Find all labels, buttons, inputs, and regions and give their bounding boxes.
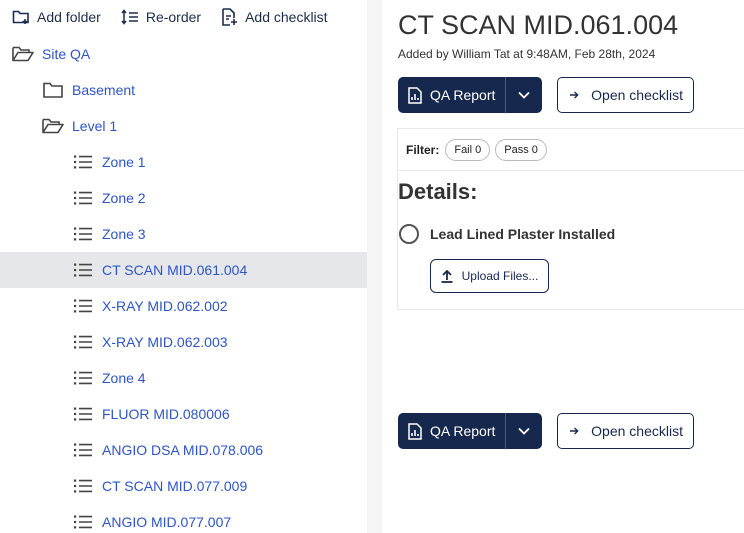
check-radio[interactable] xyxy=(399,224,419,244)
qa-report-dropdown-button-bottom[interactable] xyxy=(506,413,542,449)
list-icon xyxy=(72,368,94,388)
tree-item[interactable]: CT SCAN MID.061.004 xyxy=(0,252,367,288)
page-title: CT SCAN MID.061.004 xyxy=(398,10,679,40)
tree-item-label: Basement xyxy=(72,82,136,98)
list-icon xyxy=(72,440,94,460)
upload-icon xyxy=(441,269,453,283)
filter-bar: Filter: Fail 0 Pass 0 xyxy=(406,139,552,161)
list-icon xyxy=(72,224,94,244)
tree-item-label: X-RAY MID.062.003 xyxy=(102,334,228,350)
checklist-item: Lead Lined Plaster Installed xyxy=(399,224,615,244)
chevron-down-icon xyxy=(518,91,531,99)
list-icon xyxy=(72,332,94,352)
tree-item-label: CT SCAN MID.077.009 xyxy=(102,478,248,494)
qa-report-button[interactable]: QA Report xyxy=(398,77,505,113)
qa-report-split-button: QA Report xyxy=(398,77,543,113)
list-icon xyxy=(72,152,94,172)
add-folder-button[interactable]: Add folder xyxy=(12,9,101,25)
report-icon xyxy=(408,86,422,104)
qa-report-split-button-bottom: QA Report xyxy=(398,413,543,449)
tree-item[interactable]: X-RAY MID.062.002 xyxy=(0,288,367,324)
tree-item[interactable]: Level 1 xyxy=(0,108,367,144)
tree-item[interactable]: CT SCAN MID.077.009 xyxy=(0,468,367,504)
tree-item-label: Zone 2 xyxy=(102,190,146,206)
qa-report-label: QA Report xyxy=(430,87,496,103)
qa-report-label: QA Report xyxy=(430,423,496,439)
filter-label: Filter: xyxy=(406,143,440,157)
panel-divider xyxy=(367,0,382,533)
card-bottom-border xyxy=(398,309,744,310)
tree-item-label: FLUOR MID.080006 xyxy=(102,406,230,422)
open-checklist-button-bottom[interactable]: Open checklist xyxy=(557,413,694,449)
tree-item[interactable]: Basement xyxy=(0,72,367,108)
tree-item[interactable]: ANGIO MID.077.007 xyxy=(0,504,367,533)
tree-item-label: ANGIO MID.077.007 xyxy=(102,514,232,530)
pass-filter-pill[interactable]: Pass 0 xyxy=(495,139,547,161)
added-by-text: Added by William Tat at 9:48AM, Feb 28th… xyxy=(398,47,656,61)
details-heading: Details: xyxy=(398,179,478,204)
tree-item-label: Zone 3 xyxy=(102,226,146,242)
tree-item-label: ANGIO DSA MID.078.006 xyxy=(102,442,264,458)
open-checklist-label: Open checklist xyxy=(591,87,683,103)
upload-files-button[interactable]: Upload Files... xyxy=(430,259,549,293)
card-top-border xyxy=(398,128,744,129)
add-checklist-label: Add checklist xyxy=(245,9,328,25)
arrow-right-icon xyxy=(570,91,579,99)
file-plus-icon xyxy=(222,8,238,26)
tree-item-label: Zone 1 xyxy=(102,154,146,170)
list-icon xyxy=(72,296,94,316)
tree-item[interactable]: Site QA xyxy=(0,36,367,72)
detail-panel: CT SCAN MID.061.004 Added by William Tat… xyxy=(382,0,744,533)
qa-report-button-bottom[interactable]: QA Report xyxy=(398,413,505,449)
reorder-label: Re-order xyxy=(145,9,202,25)
tree-item-label: CT SCAN MID.061.004 xyxy=(102,262,248,278)
card-left-border xyxy=(397,128,398,310)
report-icon xyxy=(408,422,422,440)
arrow-right-icon xyxy=(570,427,579,435)
open-checklist-button[interactable]: Open checklist xyxy=(557,77,694,113)
tree-item[interactable]: Zone 3 xyxy=(0,216,367,252)
folder-icon xyxy=(42,80,64,100)
reorder-icon xyxy=(121,9,138,25)
checklist-item-label: Lead Lined Plaster Installed xyxy=(430,226,616,242)
add-checklist-button[interactable]: Add checklist xyxy=(221,8,328,26)
tree-item[interactable]: Zone 2 xyxy=(0,180,367,216)
tree-item-label: X-RAY MID.062.002 xyxy=(102,298,228,314)
tree-item[interactable]: Zone 1 xyxy=(0,144,367,180)
qa-report-dropdown-button[interactable] xyxy=(506,77,542,113)
tree-item[interactable]: X-RAY MID.062.003 xyxy=(0,324,367,360)
add-folder-label: Add folder xyxy=(37,9,101,25)
folder-plus-icon xyxy=(12,10,29,24)
folder-tree-panel: Add folder Re-order Add checklist Site Q… xyxy=(0,0,367,533)
fail-filter-pill[interactable]: Fail 0 xyxy=(445,139,491,161)
list-icon xyxy=(72,404,94,424)
tree-item-label: Zone 4 xyxy=(102,370,146,386)
folder-open-icon xyxy=(42,116,64,136)
tree-item[interactable]: FLUOR MID.080006 xyxy=(0,396,367,432)
tree-item-label: Site QA xyxy=(42,46,91,62)
list-icon xyxy=(72,512,94,532)
filter-divider xyxy=(398,170,744,171)
reorder-button[interactable]: Re-order xyxy=(121,9,201,25)
tree-item-label: Level 1 xyxy=(72,118,118,134)
list-icon xyxy=(72,188,94,208)
tree-item[interactable]: ANGIO DSA MID.078.006 xyxy=(0,432,367,468)
tree-item[interactable]: Zone 4 xyxy=(0,360,367,396)
list-icon xyxy=(72,476,94,496)
folder-open-icon xyxy=(12,44,34,64)
tree-toolbar: Add folder Re-order Add checklist xyxy=(0,0,336,34)
upload-files-label: Upload Files... xyxy=(461,269,539,283)
chevron-down-icon xyxy=(518,427,531,435)
list-icon xyxy=(72,260,94,280)
open-checklist-label: Open checklist xyxy=(591,423,683,439)
